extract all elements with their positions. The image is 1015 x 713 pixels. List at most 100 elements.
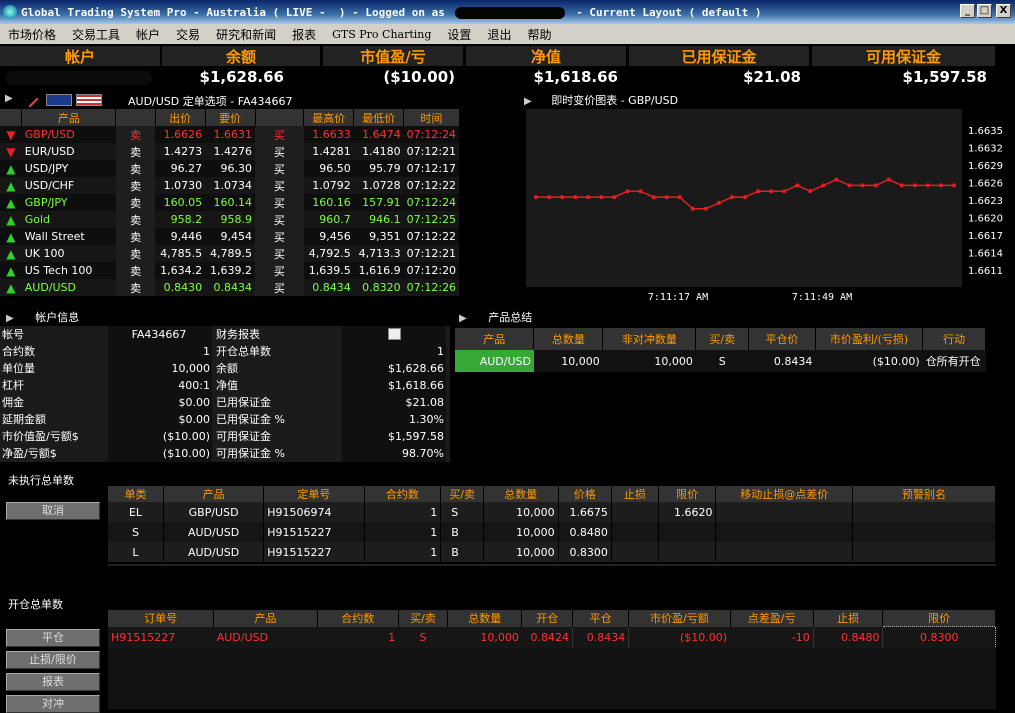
quote-row[interactable]: ▲ USD/CHF 卖 1.0730 1.0734 买 1.0792 1.0728 07:12:… xyxy=(0,177,516,194)
buy-button[interactable]: 买 xyxy=(255,177,304,194)
account-field-label: 单位量 xyxy=(2,362,35,375)
expand-icon[interactable]: ▶ xyxy=(5,93,13,104)
quotes-header: 产品 出价 要价 最高价 最低价 时间 xyxy=(0,109,516,126)
pending-order-row[interactable]: S AUD/USD H91515227 1 B 10,000 0.8480 xyxy=(108,522,997,542)
high-price: 9,456 xyxy=(319,230,351,243)
buy-button[interactable]: 买 xyxy=(255,143,304,160)
price-point xyxy=(586,195,591,200)
menu-market-prices[interactable]: 市场价格 xyxy=(8,26,56,43)
minimize-button[interactable]: _ xyxy=(960,4,975,18)
menu-research-news[interactable]: 研究和新闻 xyxy=(216,26,276,43)
quote-row[interactable]: ▲ AUD/USD 卖 0.8430 0.8434 买 0.8434 0.8320 07:12:… xyxy=(0,279,516,296)
maximize-button[interactable]: □ xyxy=(977,4,992,18)
open-cell: 10,000 xyxy=(480,631,519,644)
pending-col: 产品 xyxy=(163,486,265,502)
buy-button[interactable]: 买 xyxy=(255,194,304,211)
menu-account[interactable]: 帐户 xyxy=(136,26,160,43)
hedge-button[interactable]: 对冲 xyxy=(6,695,100,713)
buy-button[interactable]: 买 xyxy=(255,228,304,245)
usa-flag-icon[interactable] xyxy=(76,94,102,106)
close-position-button[interactable]: 平仓 xyxy=(6,629,100,647)
account-field-value: $0.00 xyxy=(108,411,212,428)
high-price: 96.50 xyxy=(319,162,351,175)
sell-button[interactable]: 卖 xyxy=(115,194,156,211)
report-button[interactable]: 报表 xyxy=(6,673,100,691)
menu-help[interactable]: 帮助 xyxy=(527,26,551,43)
pl-label: 市值盈/亏 xyxy=(360,48,426,66)
quote-symbol: GBP/JPY xyxy=(24,196,68,209)
bid-price: 0.8430 xyxy=(163,281,203,294)
menu-exit[interactable]: 退出 xyxy=(487,26,511,43)
menu-trade[interactable]: 交易 xyxy=(176,26,200,43)
sell-button[interactable]: 卖 xyxy=(115,245,156,262)
sell-button[interactable]: 卖 xyxy=(115,262,156,279)
sell-button[interactable]: 卖 xyxy=(115,160,156,177)
menu-settings[interactable]: 设置 xyxy=(447,26,471,43)
buy-button[interactable]: 买 xyxy=(255,245,304,262)
pending-cell: 0.8480 xyxy=(558,522,612,542)
sell-button[interactable]: 卖 xyxy=(115,279,156,296)
ask-price: 1.0734 xyxy=(213,179,253,192)
pending-cell: EL xyxy=(108,502,164,522)
quote-row[interactable]: ▲ Gold 卖 958.2 958.9 买 960.7 946.1 07:12:25 xyxy=(0,211,516,228)
pending-cell: B xyxy=(440,522,484,542)
y-tick-label: 1.6623 xyxy=(968,196,1003,207)
buy-button[interactable]: 买 xyxy=(255,279,304,296)
price-point xyxy=(886,177,891,182)
buy-button[interactable]: 买 xyxy=(255,262,304,279)
statement-icon[interactable] xyxy=(388,328,401,340)
pending-cell: 10,000 xyxy=(483,522,559,542)
ask-price: 0.8434 xyxy=(213,281,253,294)
bid-price: 1,634.2 xyxy=(160,264,203,277)
close-button[interactable]: X xyxy=(996,4,1011,18)
y-tick-label: 1.6620 xyxy=(968,214,1003,225)
quote-time: 07:12:22 xyxy=(406,179,457,192)
quote-row[interactable]: ▲ USD/JPY 卖 96.27 96.30 买 96.50 95.79 07:12:17 xyxy=(0,160,516,177)
account-info-header: ▶ 帐户信息 xyxy=(0,309,450,325)
sell-button[interactable]: 卖 xyxy=(115,143,156,160)
pending-order-row[interactable]: L AUD/USD H91515227 1 B 10,000 0.8300 xyxy=(108,542,997,562)
account-field-label: 佣金 xyxy=(2,396,24,409)
high-price: 4,792.5 xyxy=(308,247,351,260)
quote-row[interactable]: ▲ US Tech 100 卖 1,634.2 1,639.2 买 1,639.5 1,616… xyxy=(0,262,516,279)
used-margin-value: $21.08 xyxy=(743,68,801,86)
quote-row[interactable]: ▲ GBP/JPY 卖 160.05 160.14 买 160.16 157.91 07:12:… xyxy=(0,194,516,211)
ask-price: 4,789.5 xyxy=(210,247,252,260)
pending-order-row[interactable]: EL GBP/USD H91506974 1 S 10,000 1.6675 1.6620 xyxy=(108,502,997,522)
quote-row[interactable]: ▲ Wall Street 卖 9,446 9,454 买 9,456 9,351 07:12:… xyxy=(0,228,516,245)
menu-charting[interactable]: GTS Pro Charting xyxy=(332,28,431,41)
buy-button[interactable]: 买 xyxy=(255,126,304,143)
summary-row[interactable]: AUD/USD 10,000 10,000 S 0.8434 ($10.00) 仓所有开仓 xyxy=(455,350,986,372)
cancel-order-button[interactable]: 取消 xyxy=(6,502,100,520)
summary-expand-icon[interactable]: ▶ xyxy=(459,313,467,324)
chart-expand-icon[interactable]: ▶ xyxy=(524,96,532,107)
sell-button[interactable]: 卖 xyxy=(115,211,156,228)
col-low: 最低价 xyxy=(353,109,405,126)
account-expand-icon[interactable]: ▶ xyxy=(6,313,14,324)
open-cell: 1 xyxy=(388,631,396,644)
stop-limit-button[interactable]: 止损/限价 xyxy=(6,651,100,669)
sell-button[interactable]: 卖 xyxy=(115,126,156,143)
quote-time: 07:12:21 xyxy=(406,145,457,158)
buy-button[interactable]: 买 xyxy=(255,211,304,228)
quote-row[interactable]: ▼ GBP/USD 卖 1.6626 1.6631 买 1.6633 1.6474 07:12:… xyxy=(0,126,516,143)
pencil-icon[interactable] xyxy=(21,90,39,108)
open-cell: ($10.00) xyxy=(679,631,727,644)
ask-price: 1.4276 xyxy=(213,145,253,158)
high-price: 1.0792 xyxy=(312,179,351,192)
buy-button[interactable]: 买 xyxy=(255,160,304,177)
australia-flag-icon[interactable] xyxy=(46,94,72,106)
quote-row[interactable]: ▲ UK 100 卖 4,785.5 4,789.5 买 4,792.5 4,713.3 07:… xyxy=(0,245,516,262)
price-point xyxy=(899,183,904,188)
account-field-value: 1 xyxy=(342,343,446,360)
product-summary-table: 产品 总数量 非对冲数量 买/卖 平仓价 市价盈利/(亏损) 行动 AUD/USD 10,000… xyxy=(455,328,986,372)
high-price: 1.6633 xyxy=(312,128,351,141)
open-position-row[interactable]: H91515227 AUD/USD 1 S 10,000 0.8424 0.8434 ($10… xyxy=(108,626,996,649)
sell-button[interactable]: 卖 xyxy=(115,228,156,245)
quote-time: 07:12:21 xyxy=(406,247,457,260)
action-cell[interactable]: 仓所有开仓 xyxy=(923,350,986,372)
quote-row[interactable]: ▼ EUR/USD 卖 1.4273 1.4276 买 1.4281 1.4180 07:12:… xyxy=(0,143,516,160)
menu-reports[interactable]: 报表 xyxy=(292,26,316,43)
sell-button[interactable]: 卖 xyxy=(115,177,156,194)
menu-trading-tools[interactable]: 交易工具 xyxy=(72,26,120,43)
